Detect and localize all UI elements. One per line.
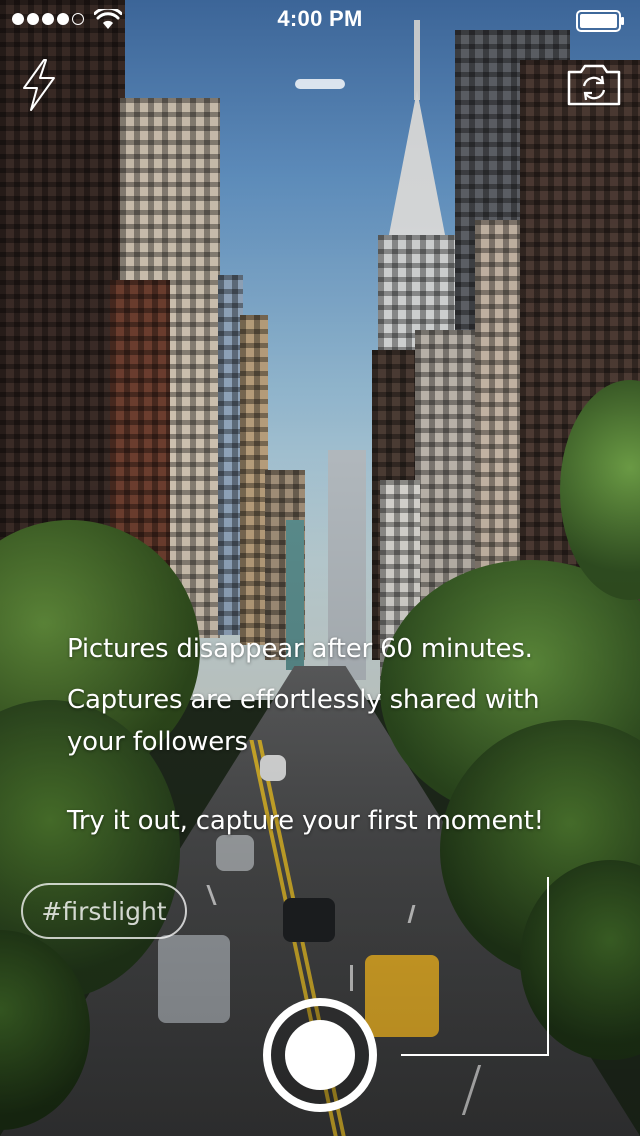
guide-line-horizontal (401, 1054, 549, 1056)
shutter-core (285, 1020, 355, 1090)
shutter-button[interactable] (263, 998, 377, 1112)
hashtag-label: #firstlight (41, 896, 167, 926)
onboarding-line-sharing: Captures are effortlessly shared with yo… (67, 679, 607, 763)
shade-overlay (0, 0, 640, 1136)
camera-switch-icon[interactable] (566, 64, 622, 106)
onboarding-line-cta: Try it out, capture your first moment! (67, 806, 544, 836)
drag-handle[interactable] (295, 79, 345, 89)
status-bar: 4:00 PM (0, 0, 640, 40)
battery-icon (576, 10, 624, 32)
status-time: 4:00 PM (277, 6, 363, 31)
lightning-bolt-icon[interactable] (20, 58, 58, 112)
onboarding-line-sharing-part1: Captures are effortlessly shared with (67, 685, 540, 715)
camera-viewfinder[interactable] (0, 0, 640, 1136)
onboarding-line-expiry: Pictures disappear after 60 minutes. (67, 634, 533, 664)
onboarding-line-sharing-part2: your followers (67, 727, 248, 757)
hashtag-button[interactable]: #firstlight (21, 883, 187, 939)
guide-line-vertical (547, 877, 549, 1056)
